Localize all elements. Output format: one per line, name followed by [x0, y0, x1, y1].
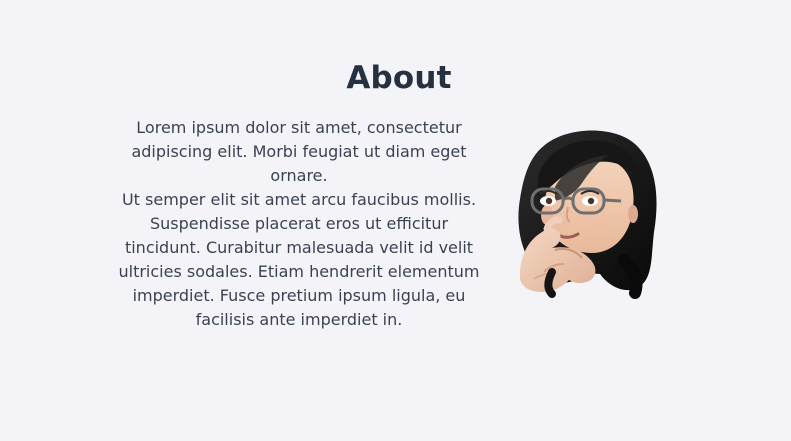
about-text: Lorem ipsum dolor sit amet, consectetur …	[116, 116, 482, 332]
about-paragraph-1: Lorem ipsum dolor sit amet, consectetur …	[131, 118, 467, 185]
about-paragraph-2: Ut semper elit sit amet arcu faucibus mo…	[118, 190, 480, 329]
about-title: About	[346, 60, 452, 96]
thinking-avatar-icon	[518, 130, 657, 299]
about-section: About Lorem ipsum dolor sit amet, consec…	[0, 0, 791, 441]
avatar	[512, 126, 662, 304]
